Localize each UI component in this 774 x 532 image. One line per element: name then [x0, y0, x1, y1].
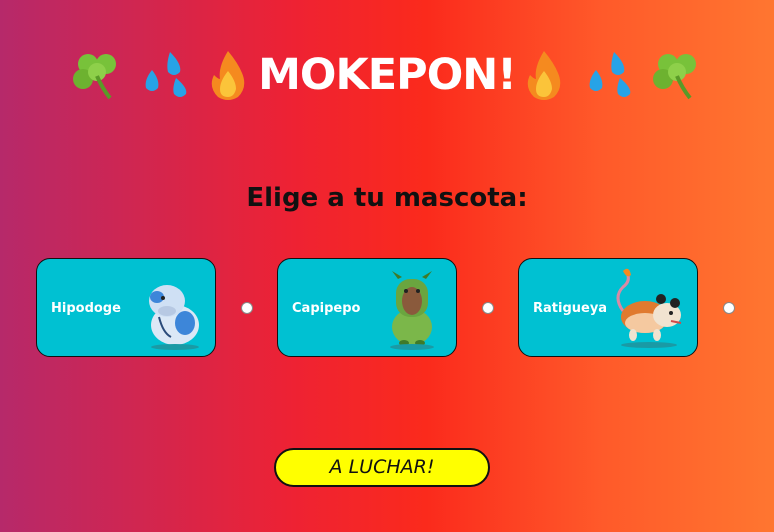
capipepo-icon: [382, 267, 442, 355]
pet-radio-ratigueya[interactable]: [723, 302, 735, 314]
shamrock-icon: [650, 48, 704, 102]
fire-icon: [208, 49, 248, 101]
droplets-icon: [138, 48, 192, 102]
pet-name: Capipepo: [292, 301, 361, 316]
choose-pet-heading: Elige a tu mascota:: [246, 183, 528, 213]
pet-card-hipodoge[interactable]: Hipodoge: [36, 258, 216, 357]
fire-icon: [524, 49, 564, 101]
shamrock-icon: [70, 48, 124, 102]
page-title: MOKEPON!: [258, 50, 517, 100]
pet-radio-hipodoge[interactable]: [241, 302, 253, 314]
fight-button[interactable]: A LUCHAR!: [274, 448, 490, 487]
hipodoge-icon: [141, 267, 201, 355]
pet-card-ratigueya[interactable]: Ratigueya: [518, 258, 698, 357]
pet-name: Ratigueya: [533, 301, 608, 316]
pet-name: Hipodoge: [51, 301, 121, 316]
pet-radio-capipepo[interactable]: [482, 302, 494, 314]
pet-card-capipepo[interactable]: Capipepo: [277, 258, 457, 357]
ratigueya-icon: [609, 267, 689, 355]
droplets-icon: [582, 48, 636, 102]
title-row: MOKEPON!: [0, 44, 774, 106]
